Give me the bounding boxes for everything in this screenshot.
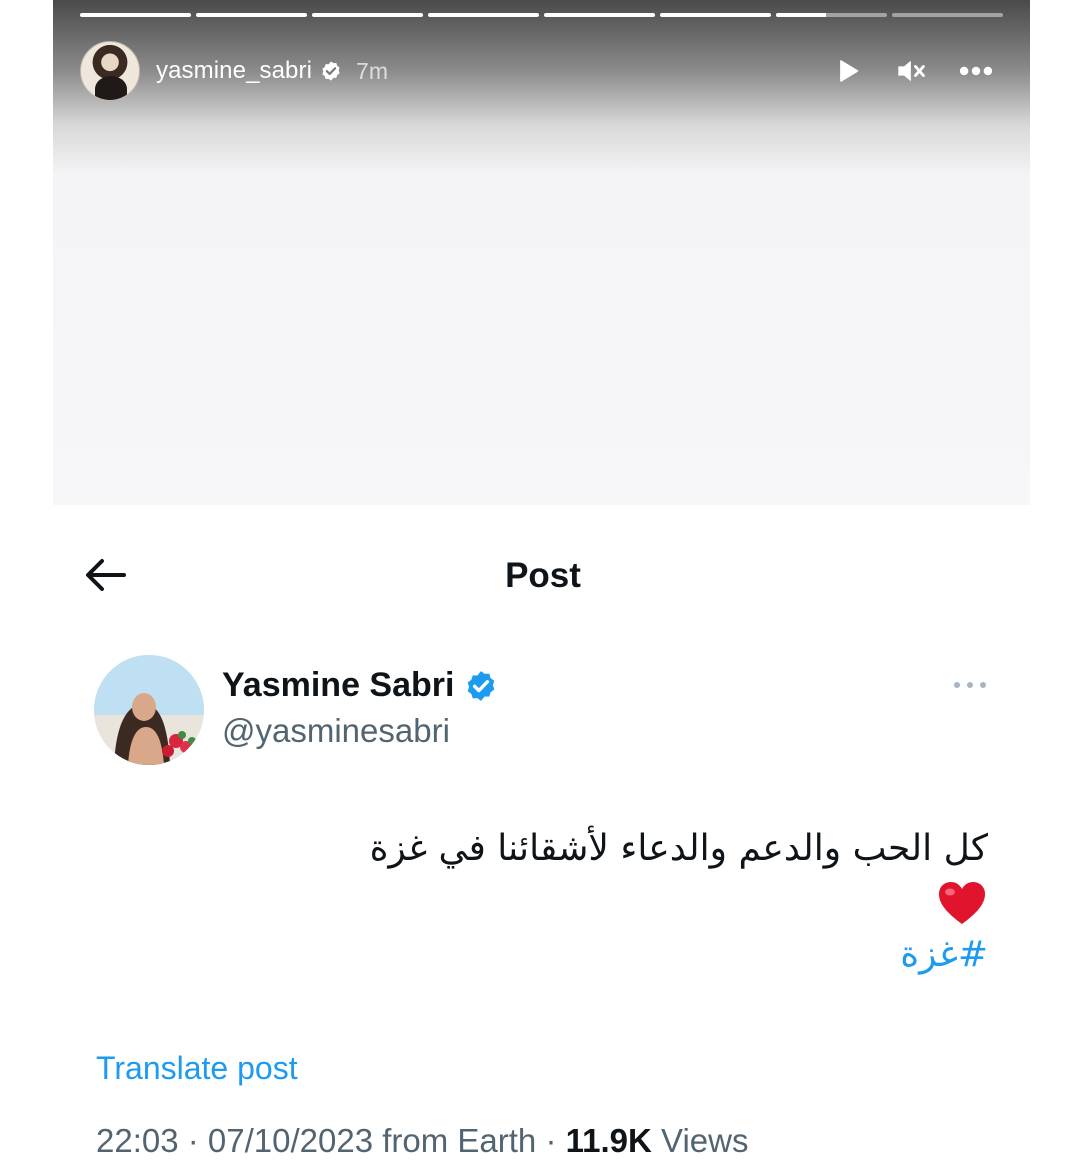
story-progress-segment [196, 13, 307, 17]
more-options-icon[interactable] [952, 672, 988, 698]
story-progress-segment [660, 13, 771, 17]
author-avatar[interactable] [94, 655, 204, 765]
author-name-text: Yasmine Sabri [222, 666, 455, 704]
screenshot-page: yasmine_sabri 7m Post Yasmine Sabri @yas… [0, 0, 1080, 1167]
story-progress-fill [428, 13, 539, 17]
story-progress-fill [776, 13, 826, 17]
story-progress-segment [544, 13, 655, 17]
post-metadata: 22:03 · 07/10/2023 from Earth · 11.9K Vi… [96, 1122, 748, 1160]
story-progress-fill [196, 13, 307, 17]
author-handle[interactable]: @yasminesabri [222, 712, 450, 750]
verified-badge-icon [320, 60, 342, 82]
page-title: Post [505, 556, 581, 595]
story-controls [831, 54, 993, 88]
story-frame[interactable]: yasmine_sabri 7m [53, 0, 1030, 505]
story-progress-segment [80, 13, 191, 17]
verified-badge-icon [464, 669, 498, 703]
story-progress-segment [428, 13, 539, 17]
post-timestamp[interactable]: 22:03 · 07/10/2023 from Earth · [96, 1122, 566, 1159]
story-progress-fill [312, 13, 423, 17]
translate-post-link[interactable]: Translate post [96, 1050, 298, 1087]
story-progress-segment [892, 13, 1003, 17]
back-arrow-icon[interactable] [84, 557, 126, 593]
story-username[interactable]: yasmine_sabri [156, 57, 312, 85]
views-count: 11.9K [565, 1122, 652, 1159]
play-icon[interactable] [831, 54, 865, 88]
red-heart-icon [937, 880, 987, 926]
story-progress-segment [776, 13, 887, 17]
story-avatar[interactable] [80, 41, 140, 101]
story-time: 7m [356, 57, 388, 84]
mute-icon[interactable] [895, 54, 929, 88]
story-header: yasmine_sabri 7m [80, 40, 1003, 102]
more-options-icon[interactable] [959, 54, 993, 88]
hashtag-link[interactable]: #غزة [900, 934, 988, 975]
post-text: كل الحب والدعم والدعاء لأشقائنا في غزة [369, 828, 988, 869]
story-progress-fill [544, 13, 655, 17]
story-progress-fill [80, 13, 191, 17]
story-progress-bar [80, 13, 1003, 17]
views-label: Views [651, 1122, 749, 1159]
story-progress-fill [660, 13, 771, 17]
story-progress-segment [312, 13, 423, 17]
author-name[interactable]: Yasmine Sabri [222, 666, 498, 705]
